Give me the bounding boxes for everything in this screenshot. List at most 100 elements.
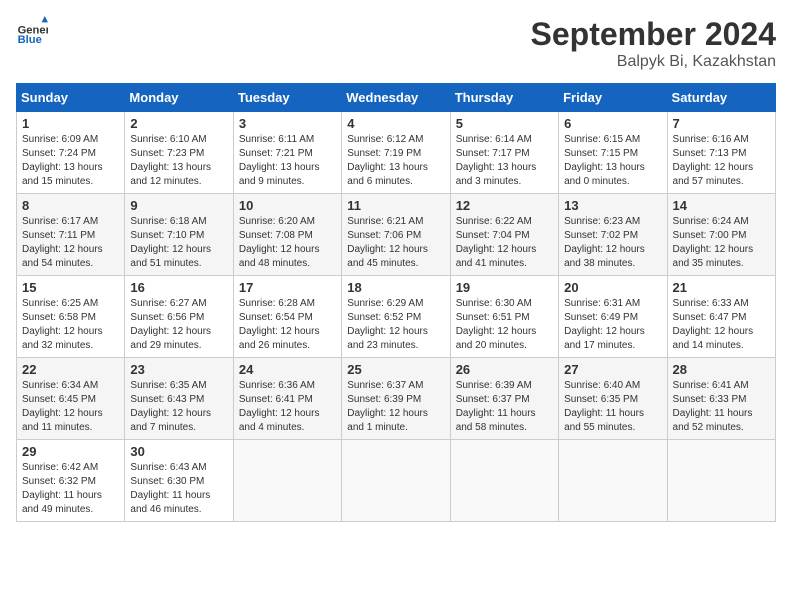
col-header-sunday: Sunday: [17, 84, 125, 112]
calendar-cell: 16 Sunrise: 6:27 AMSunset: 6:56 PMDayligh…: [125, 276, 233, 358]
calendar-cell: 23Sunrise: 6:35 AMSunset: 6:43 PMDayligh…: [125, 358, 233, 440]
calendar-cell: 14 Sunrise: 6:24 AMSunset: 7:00 PMDayligh…: [667, 194, 775, 276]
day-number: 3: [239, 116, 336, 131]
cell-info: Sunrise: 6:31 AMSunset: 6:49 PMDaylight:…: [564, 297, 661, 353]
week-row-3: 15 Sunrise: 6:25 AMSunset: 6:58 PMDayligh…: [17, 276, 776, 358]
calendar-cell: 10 Sunrise: 6:20 AMSunset: 7:08 PMDayligh…: [233, 194, 341, 276]
cell-info: Sunrise: 6:35 AMSunset: 6:43 PMDaylight:…: [130, 379, 227, 435]
day-number: 25: [347, 362, 444, 377]
col-header-thursday: Thursday: [450, 84, 558, 112]
calendar-cell: [233, 440, 341, 522]
col-header-friday: Friday: [559, 84, 667, 112]
calendar-cell: 24 Sunrise: 6:36 AMSunset: 6:41 PMDayligh…: [233, 358, 341, 440]
cell-info: Sunrise: 6:30 AMSunset: 6:51 PMDaylight:…: [456, 297, 553, 353]
calendar-table: SundayMondayTuesdayWednesdayThursdayFrid…: [16, 83, 776, 522]
calendar-cell: 2Sunrise: 6:10 AMSunset: 7:23 PMDaylight…: [125, 112, 233, 194]
day-number: 8: [22, 198, 119, 213]
week-row-2: 8 Sunrise: 6:17 AMSunset: 7:11 PMDaylight…: [17, 194, 776, 276]
cell-info: Sunrise: 6:40 AMSunset: 6:35 PMDaylight:…: [564, 379, 661, 435]
day-number: 24: [239, 362, 336, 377]
calendar-cell: 11Sunrise: 6:21 AMSunset: 7:06 PMDayligh…: [342, 194, 450, 276]
cell-info: Sunrise: 6:25 AMSunset: 6:58 PMDaylight:…: [22, 297, 119, 353]
calendar-cell: 1 Sunrise: 6:09 AMSunset: 7:24 PMDaylight…: [17, 112, 125, 194]
calendar-cell: 27 Sunrise: 6:40 AMSunset: 6:35 PMDayligh…: [559, 358, 667, 440]
day-number: 29: [22, 444, 119, 459]
calendar-cell: 25 Sunrise: 6:37 AMSunset: 6:39 PMDayligh…: [342, 358, 450, 440]
logo: General Blue: [16, 16, 48, 48]
cell-info: Sunrise: 6:09 AMSunset: 7:24 PMDaylight:…: [22, 133, 119, 189]
calendar-cell: 13 Sunrise: 6:23 AMSunset: 7:02 PMDayligh…: [559, 194, 667, 276]
cell-info: Sunrise: 6:20 AMSunset: 7:08 PMDaylight:…: [239, 215, 336, 271]
day-number: 6: [564, 116, 661, 131]
cell-info: Sunrise: 6:41 AMSunset: 6:33 PMDaylight:…: [673, 379, 770, 435]
day-number: 17: [239, 280, 336, 295]
logo-icon: General Blue: [16, 16, 48, 48]
cell-info: Sunrise: 6:28 AMSunset: 6:54 PMDaylight:…: [239, 297, 336, 353]
calendar-cell: 8 Sunrise: 6:17 AMSunset: 7:11 PMDaylight…: [17, 194, 125, 276]
day-number: 7: [673, 116, 770, 131]
day-number: 26: [456, 362, 553, 377]
cell-info: Sunrise: 6:22 AMSunset: 7:04 PMDaylight:…: [456, 215, 553, 271]
calendar-cell: 4 Sunrise: 6:12 AMSunset: 7:19 PMDaylight…: [342, 112, 450, 194]
day-number: 18: [347, 280, 444, 295]
day-number: 30: [130, 444, 227, 459]
day-number: 21: [673, 280, 770, 295]
cell-info: Sunrise: 6:37 AMSunset: 6:39 PMDaylight:…: [347, 379, 444, 435]
day-number: 12: [456, 198, 553, 213]
day-number: 27: [564, 362, 661, 377]
cell-info: Sunrise: 6:14 AMSunset: 7:17 PMDaylight:…: [456, 133, 553, 189]
day-number: 15: [22, 280, 119, 295]
day-number: 9: [130, 198, 227, 213]
cell-info: Sunrise: 6:33 AMSunset: 6:47 PMDaylight:…: [673, 297, 770, 353]
week-row-1: 1 Sunrise: 6:09 AMSunset: 7:24 PMDaylight…: [17, 112, 776, 194]
cell-info: Sunrise: 6:17 AMSunset: 7:11 PMDaylight:…: [22, 215, 119, 271]
cell-info: Sunrise: 6:23 AMSunset: 7:02 PMDaylight:…: [564, 215, 661, 271]
location-subtitle: Balpyk Bi, Kazakhstan: [531, 53, 776, 71]
day-number: 14: [673, 198, 770, 213]
cell-info: Sunrise: 6:29 AMSunset: 6:52 PMDaylight:…: [347, 297, 444, 353]
cell-info: Sunrise: 6:42 AMSunset: 6:32 PMDaylight:…: [22, 461, 119, 517]
cell-info: Sunrise: 6:16 AMSunset: 7:13 PMDaylight:…: [673, 133, 770, 189]
day-number: 13: [564, 198, 661, 213]
day-number: 16: [130, 280, 227, 295]
col-header-saturday: Saturday: [667, 84, 775, 112]
col-header-wednesday: Wednesday: [342, 84, 450, 112]
title-block: September 2024 Balpyk Bi, Kazakhstan: [531, 16, 776, 71]
calendar-cell: 6Sunrise: 6:15 AMSunset: 7:15 PMDaylight…: [559, 112, 667, 194]
calendar-cell: 5 Sunrise: 6:14 AMSunset: 7:17 PMDaylight…: [450, 112, 558, 194]
calendar-cell: 19 Sunrise: 6:30 AMSunset: 6:51 PMDayligh…: [450, 276, 558, 358]
month-title: September 2024: [531, 16, 776, 53]
day-number: 28: [673, 362, 770, 377]
col-header-tuesday: Tuesday: [233, 84, 341, 112]
cell-info: Sunrise: 6:39 AMSunset: 6:37 PMDaylight:…: [456, 379, 553, 435]
cell-info: Sunrise: 6:24 AMSunset: 7:00 PMDaylight:…: [673, 215, 770, 271]
calendar-cell: 17 Sunrise: 6:28 AMSunset: 6:54 PMDayligh…: [233, 276, 341, 358]
cell-info: Sunrise: 6:27 AMSunset: 6:56 PMDaylight:…: [130, 297, 227, 353]
calendar-cell: 22 Sunrise: 6:34 AMSunset: 6:45 PMDayligh…: [17, 358, 125, 440]
day-number: 1: [22, 116, 119, 131]
cell-info: Sunrise: 6:43 AMSunset: 6:30 PMDaylight:…: [130, 461, 227, 517]
day-number: 19: [456, 280, 553, 295]
cell-info: Sunrise: 6:36 AMSunset: 6:41 PMDaylight:…: [239, 379, 336, 435]
calendar-header-row: SundayMondayTuesdayWednesdayThursdayFrid…: [17, 84, 776, 112]
calendar-cell: [450, 440, 558, 522]
week-row-5: 29 Sunrise: 6:42 AMSunset: 6:32 PMDayligh…: [17, 440, 776, 522]
cell-info: Sunrise: 6:12 AMSunset: 7:19 PMDaylight:…: [347, 133, 444, 189]
cell-info: Sunrise: 6:10 AMSunset: 7:23 PMDaylight:…: [130, 133, 227, 189]
calendar-cell: 30 Sunrise: 6:43 AMSunset: 6:30 PMDayligh…: [125, 440, 233, 522]
calendar-cell: 21 Sunrise: 6:33 AMSunset: 6:47 PMDayligh…: [667, 276, 775, 358]
day-number: 10: [239, 198, 336, 213]
cell-info: Sunrise: 6:11 AMSunset: 7:21 PMDaylight:…: [239, 133, 336, 189]
day-number: 22: [22, 362, 119, 377]
calendar-cell: 20Sunrise: 6:31 AMSunset: 6:49 PMDayligh…: [559, 276, 667, 358]
calendar-cell: 15 Sunrise: 6:25 AMSunset: 6:58 PMDayligh…: [17, 276, 125, 358]
calendar-cell: 28 Sunrise: 6:41 AMSunset: 6:33 PMDayligh…: [667, 358, 775, 440]
day-number: 4: [347, 116, 444, 131]
calendar-cell: [342, 440, 450, 522]
cell-info: Sunrise: 6:34 AMSunset: 6:45 PMDaylight:…: [22, 379, 119, 435]
calendar-cell: 29 Sunrise: 6:42 AMSunset: 6:32 PMDayligh…: [17, 440, 125, 522]
calendar-body: 1 Sunrise: 6:09 AMSunset: 7:24 PMDaylight…: [17, 112, 776, 522]
calendar-cell: [559, 440, 667, 522]
calendar-cell: 3 Sunrise: 6:11 AMSunset: 7:21 PMDaylight…: [233, 112, 341, 194]
day-number: 5: [456, 116, 553, 131]
